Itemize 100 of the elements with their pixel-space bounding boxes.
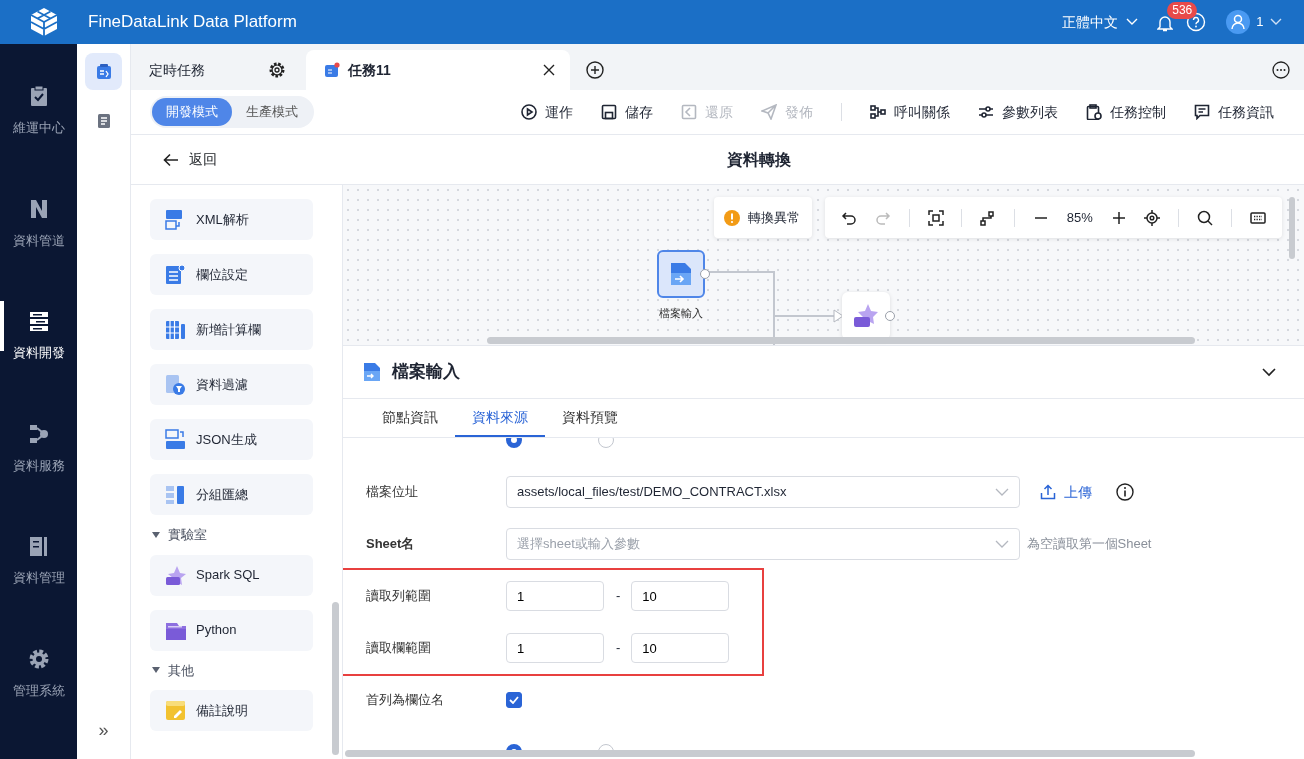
language-dropdown[interactable]: 正體中文 (1061, 11, 1138, 33)
expand-toggle[interactable]: » (97, 716, 110, 745)
clipboard-gear-icon (1086, 104, 1102, 120)
field-label: 讀取欄範圍 (366, 639, 432, 658)
toolbar-button[interactable]: 呼叫關係 (870, 101, 950, 123)
component-item[interactable]: JSON生成 (150, 419, 313, 460)
play-icon (521, 104, 537, 120)
component-item[interactable]: 欄位設定 (150, 254, 313, 295)
flow-node[interactable] (657, 250, 705, 298)
toolbar-button[interactable]: 儲存 (601, 101, 653, 123)
field-label: 首列為欄位名 (366, 691, 445, 710)
add-tab-icon[interactable] (586, 61, 604, 79)
columns-icon (165, 319, 186, 340)
component-item[interactable]: Python (150, 609, 313, 651)
save-icon (601, 104, 617, 120)
keyboard-icon[interactable] (1249, 209, 1266, 226)
help-icon[interactable] (1186, 12, 1207, 32)
warning-button[interactable]: 轉換異常 (714, 197, 812, 238)
group-toggle[interactable]: 其他 (152, 660, 342, 680)
fit-view-icon[interactable] (927, 209, 944, 226)
input-field[interactable]: 10 (631, 581, 730, 611)
component-item[interactable]: Spark SQL (150, 554, 313, 596)
scrollbar[interactable] (1289, 197, 1295, 259)
task-tab[interactable]: 任務11 (306, 50, 570, 90)
field-label: 檔案位址 (366, 483, 419, 502)
cube-logo-icon (28, 6, 60, 38)
info-icon[interactable] (1115, 483, 1134, 501)
caret-icon (152, 531, 160, 538)
input-field[interactable]: 10 (631, 633, 730, 663)
scrollbar[interactable] (487, 337, 1195, 344)
component-item[interactable]: 新增計算欄 (150, 309, 313, 350)
toolbar-button[interactable]: 參數列表 (978, 101, 1058, 123)
split-icon (165, 484, 186, 505)
app-title: FineDataLink Data Platform (88, 11, 297, 34)
star-icon (852, 303, 880, 329)
toolbar-button[interactable]: 運作 (521, 101, 573, 123)
caret-icon (152, 667, 160, 674)
component-item[interactable]: 分組匯總 (150, 474, 313, 515)
form-icon (165, 264, 186, 285)
nav-item[interactable]: 資料管道 (0, 196, 77, 309)
checkbox[interactable] (506, 692, 522, 708)
chevron-down-icon[interactable] (1262, 367, 1276, 377)
input-field[interactable]: 1 (506, 581, 604, 611)
locate-icon[interactable] (1144, 209, 1161, 226)
node-label: 檔案輸入 (659, 306, 703, 321)
upload-icon (1039, 484, 1056, 500)
route-icon[interactable] (980, 209, 997, 226)
group-toggle[interactable]: 實驗室 (152, 525, 342, 545)
scrollbar[interactable] (332, 602, 339, 755)
user-avatar[interactable] (1225, 10, 1250, 34)
check-icon (509, 696, 519, 704)
nav-item[interactable]: 資料管理 (0, 534, 77, 647)
nav-item[interactable]: 維運中心 (0, 84, 77, 197)
paper-plane-icon (761, 104, 777, 120)
toolbar-button[interactable]: 任務控制 (1086, 101, 1166, 123)
mode-toggle[interactable]: 生產模式 (232, 98, 312, 126)
calendar-icon (94, 62, 113, 81)
range-separator: - (616, 639, 621, 658)
bell-icon[interactable] (1157, 13, 1174, 32)
note-icon (165, 700, 186, 721)
user-name: 1 (1256, 13, 1264, 32)
field-label: Sheet名 (366, 535, 416, 554)
flow-node[interactable] (842, 292, 890, 340)
message-icon (1194, 104, 1210, 120)
zoom-level: 85% (1066, 208, 1093, 227)
rail-item[interactable] (85, 53, 122, 90)
more-icon[interactable] (1272, 61, 1290, 79)
chevron-down-icon (995, 488, 1009, 496)
zoom-in-icon[interactable] (1110, 209, 1127, 226)
sliders-icon (978, 104, 994, 120)
port-handle[interactable] (700, 269, 710, 279)
restore-icon (681, 104, 697, 120)
star-icon (165, 564, 186, 586)
component-item[interactable]: 備註說明 (150, 690, 313, 731)
component-item[interactable]: XML解析 (150, 199, 313, 240)
scrollbar[interactable] (345, 750, 1195, 757)
flow-icon (870, 104, 886, 120)
calendar-icon (324, 62, 340, 78)
warning-icon (724, 209, 740, 226)
mode-toggle[interactable]: 開發模式 (152, 98, 232, 126)
port-handle[interactable] (885, 311, 895, 321)
chevron-down-icon (1125, 18, 1138, 26)
toolbar-button[interactable]: 任務資訊 (1194, 101, 1274, 123)
panel-tab[interactable]: 資料預覽 (545, 399, 635, 437)
file-icon (362, 362, 382, 382)
panel-tab[interactable]: 資料來源 (455, 399, 545, 437)
back-link[interactable]: 返回 (131, 149, 343, 170)
search-icon[interactable] (1197, 209, 1214, 226)
undo-icon[interactable] (841, 209, 857, 226)
upload-button[interactable]: 上傳 (1039, 481, 1092, 503)
input-field[interactable]: 1 (506, 633, 604, 663)
close-icon[interactable] (542, 63, 556, 77)
person-icon (1230, 14, 1245, 30)
nav-item[interactable]: 管理系統 (0, 646, 77, 759)
settings-icon[interactable] (268, 61, 286, 79)
panel-tab[interactable]: 節點資訊 (365, 399, 455, 437)
component-item[interactable]: 資料過濾 (150, 364, 313, 405)
select-field[interactable]: assets/local_files/test/DEMO_CONTRACT.xlsx (506, 476, 1020, 508)
nav-item[interactable]: 資料服務 (0, 421, 77, 534)
task-tab[interactable]: 定時任務 (131, 50, 300, 90)
